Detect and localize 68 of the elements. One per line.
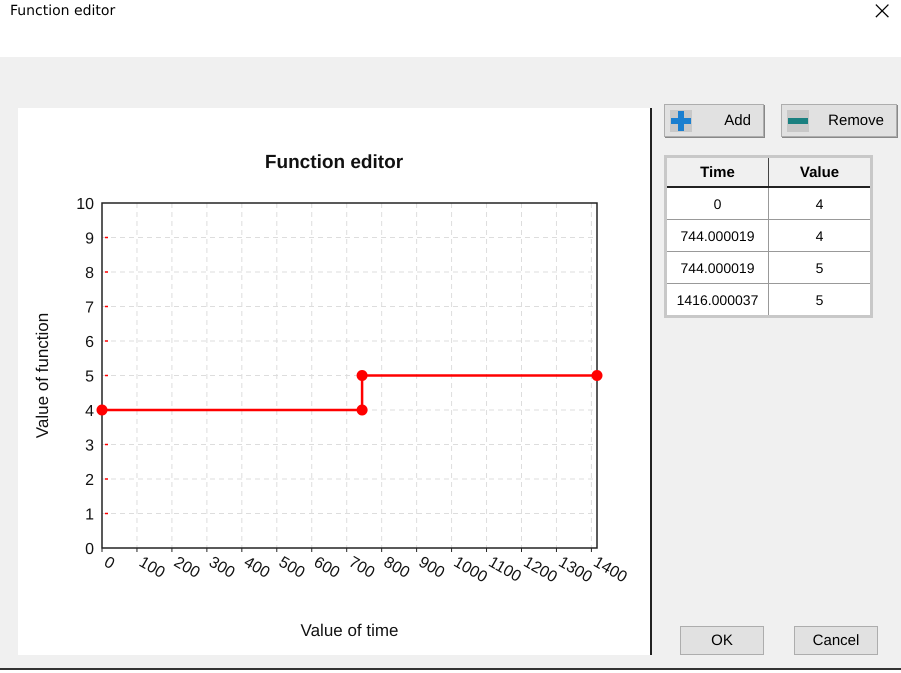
tick-mark xyxy=(521,548,522,552)
y-tick-label: 9 xyxy=(85,230,94,248)
y-tick-label: 4 xyxy=(85,403,94,420)
y-tick-label: 8 xyxy=(85,265,94,282)
y-tick-label: 2 xyxy=(85,472,94,489)
x-tick-label: 100 xyxy=(136,554,168,582)
tick-mark xyxy=(241,548,242,552)
tick-mark xyxy=(105,306,108,308)
tick-mark xyxy=(171,548,172,552)
cancel-button[interactable]: Cancel xyxy=(794,626,878,655)
y-tick-label: 7 xyxy=(85,300,94,316)
table-cell: 5 xyxy=(768,284,872,316)
close-button[interactable]: × xyxy=(867,0,897,22)
table-cell: 1416.000037 xyxy=(666,284,768,316)
add-button[interactable]: Add xyxy=(664,104,764,137)
y-tick-label: 5 xyxy=(85,368,94,386)
window-title: Function editor xyxy=(10,3,116,19)
tick-mark xyxy=(206,548,208,552)
x-tick-label: 0 xyxy=(101,554,118,573)
tick-mark xyxy=(105,512,108,514)
x-tick-label: 300 xyxy=(206,554,238,582)
tick-mark xyxy=(105,271,108,273)
table-cell: 4 xyxy=(768,187,872,220)
table-cell: 0 xyxy=(666,187,768,220)
data-point[interactable] xyxy=(592,370,602,381)
x-tick-label: 800 xyxy=(380,554,412,582)
tick-mark xyxy=(105,374,108,376)
y-tick-label: 1 xyxy=(85,506,94,524)
x-tick-label: 500 xyxy=(276,554,308,582)
x-tick-label: 400 xyxy=(240,554,272,582)
tick-mark xyxy=(136,548,138,552)
tick-mark xyxy=(276,548,278,552)
x-tick-label: 200 xyxy=(170,554,203,582)
y-tick-label: 0 xyxy=(85,541,94,558)
tick-mark xyxy=(416,548,418,552)
data-point[interactable] xyxy=(356,404,368,416)
x-tick-label: 600 xyxy=(310,554,342,582)
table-cell: 744.000019 xyxy=(666,220,768,252)
remove-button[interactable]: Remove xyxy=(781,104,897,137)
tick-mark xyxy=(346,548,348,552)
tick-mark xyxy=(486,548,488,552)
tick-mark xyxy=(451,548,452,552)
x-tick-label: 900 xyxy=(416,554,448,582)
tick-mark xyxy=(556,548,557,552)
y-axis-label: Value of function xyxy=(33,312,52,438)
column-header[interactable]: Value xyxy=(768,156,872,187)
y-tick-label: 3 xyxy=(85,438,94,454)
tick-mark xyxy=(105,478,108,480)
data-point[interactable] xyxy=(356,370,368,381)
data-point[interactable] xyxy=(96,404,108,416)
minus-icon xyxy=(787,110,809,132)
table-cell: 744.000019 xyxy=(666,252,768,284)
tick-mark xyxy=(381,548,382,552)
table-cell: 5 xyxy=(768,252,872,284)
x-tick-label: 700 xyxy=(346,554,378,582)
tick-mark xyxy=(105,444,108,446)
table-cell: 4 xyxy=(768,220,872,252)
tick-mark xyxy=(590,548,592,552)
plus-icon xyxy=(670,110,692,132)
y-tick-label: 6 xyxy=(85,334,94,351)
tick-mark xyxy=(105,340,108,342)
ok-button[interactable]: OK xyxy=(680,626,764,655)
y-tick-label: 10 xyxy=(76,196,94,213)
chart-title: Function editor xyxy=(264,152,404,173)
tick-mark xyxy=(311,548,312,552)
tick-mark xyxy=(105,236,108,238)
column-header[interactable]: Time xyxy=(666,156,768,187)
x-axis-label: Value of time xyxy=(300,621,398,640)
